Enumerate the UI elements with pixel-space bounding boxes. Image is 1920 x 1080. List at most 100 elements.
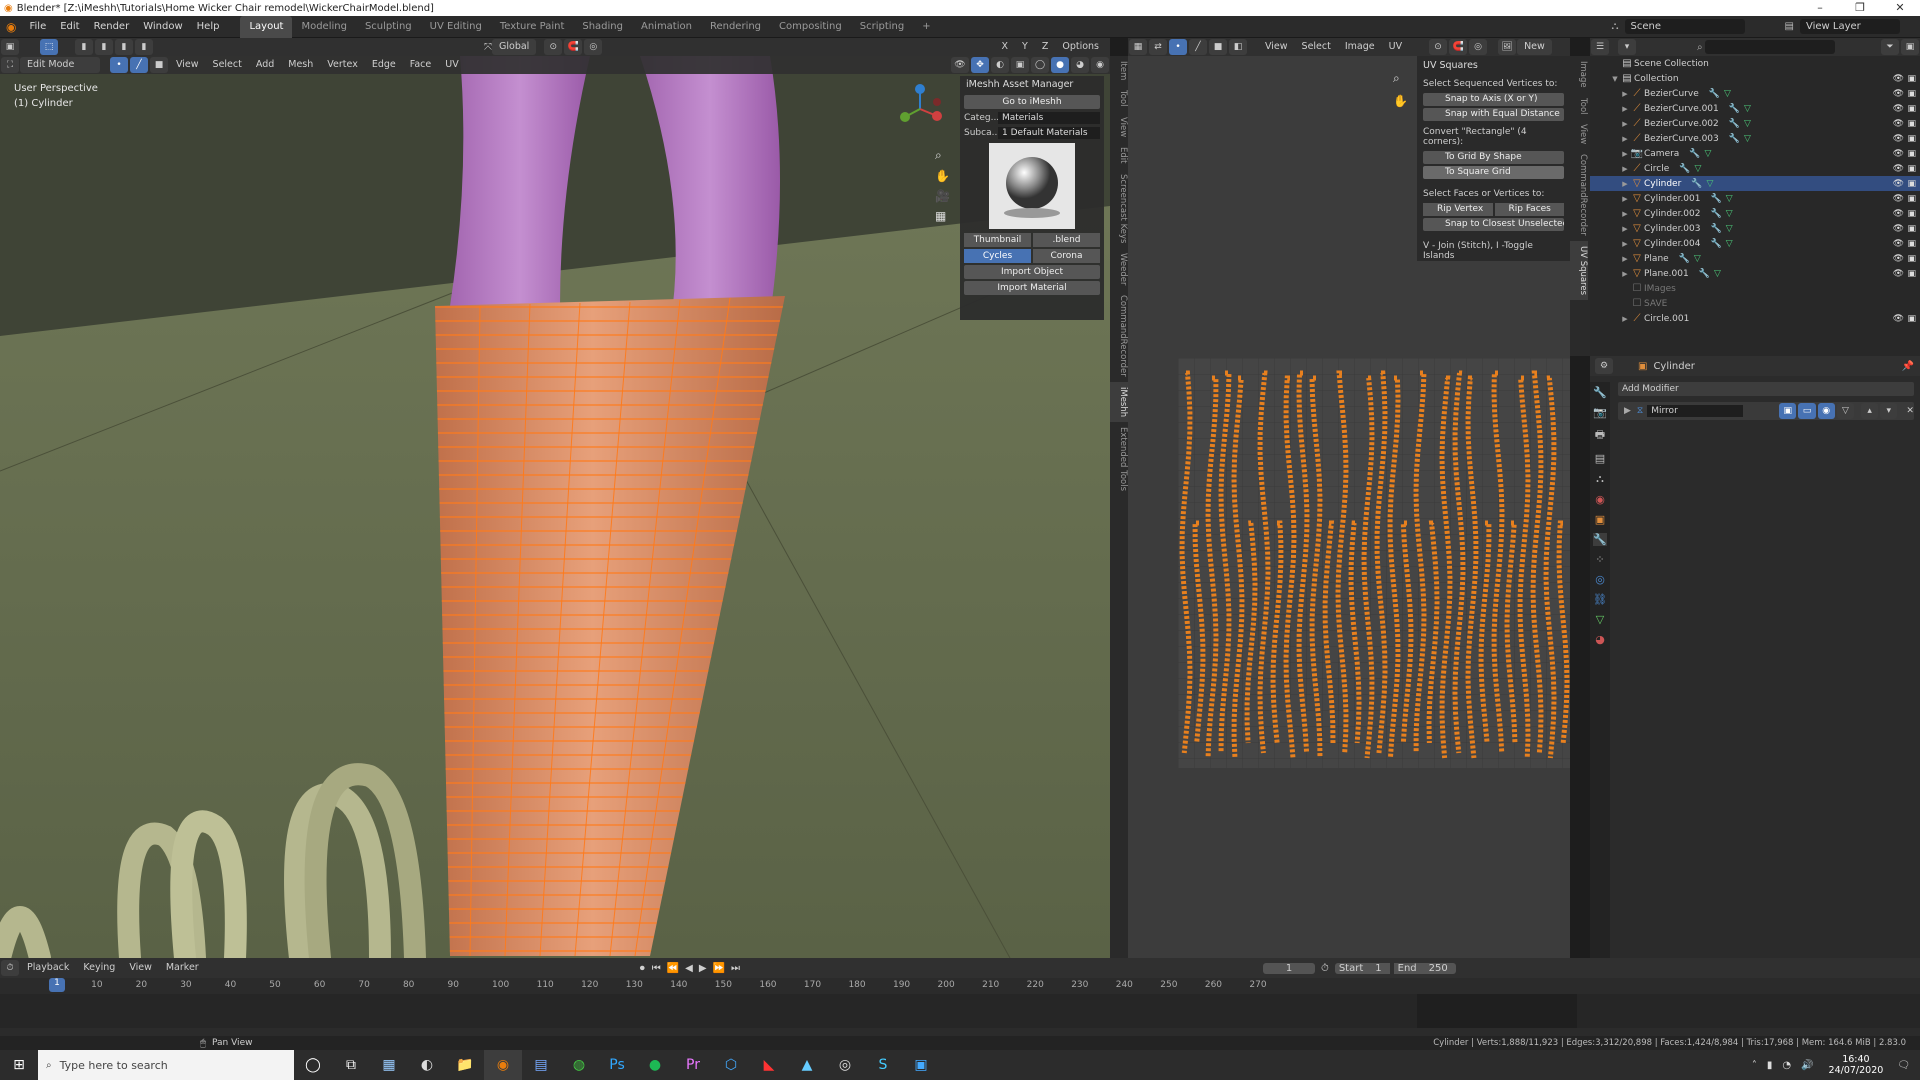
tab-commandrecorder[interactable]: CommandRecorder [1110, 290, 1128, 382]
expand-arrow-icon[interactable]: ▶ [1620, 135, 1630, 143]
3d-viewport[interactable]: User Perspective (1) Cylinder ⌕ ✋ 🎥 ▦ [0, 56, 1110, 958]
uv-pan-icon[interactable]: ✋ [1393, 94, 1408, 108]
constraints-tab-icon[interactable]: ⛓ [1593, 593, 1607, 606]
play-reverse-icon[interactable]: ◀ [685, 963, 693, 974]
expand-arrow-icon[interactable]: ▶ [1620, 195, 1630, 203]
rip-vertex-button[interactable]: Rip Vertex [1423, 203, 1493, 216]
tab-imeshh[interactable]: iMeshh [1110, 382, 1128, 423]
tab-view[interactable]: View [1110, 112, 1128, 142]
select-mode-subtract[interactable]: ▮ [115, 39, 133, 55]
expand-arrow-icon[interactable]: ▶ [1620, 90, 1630, 98]
eye-icon[interactable]: 👁 [1893, 224, 1904, 234]
outliner-item[interactable]: ▶ ⟋ BezierCurve 🔧 ▽ 👁 ▣ [1590, 86, 1920, 101]
render-toggle-icon[interactable]: ▣ [1907, 104, 1916, 114]
current-frame-field[interactable]: 1 [1263, 962, 1316, 974]
outliner-display-mode-icon[interactable]: ▾ [1618, 39, 1636, 55]
cycles-tab[interactable]: Cycles [964, 249, 1031, 263]
outliner-item[interactable]: ▶ ▽ Plane.001 🔧 ▽ 👁 ▣ [1590, 266, 1920, 281]
uv-menu-image[interactable]: Image [1338, 37, 1382, 57]
category-dropdown[interactable]: Materials [998, 112, 1100, 124]
maximize-button[interactable]: ❐ [1840, 0, 1880, 16]
outliner-item[interactable]: ▶ ▽ Cylinder.002 🔧 ▽ 👁 ▣ [1590, 206, 1920, 221]
output-tab-icon[interactable]: 🖶 [1595, 426, 1605, 445]
tool-tab-icon[interactable]: 🔧 [1593, 386, 1607, 399]
render-toggle-icon[interactable]: ▣ [1907, 179, 1916, 189]
timeline-menu-marker[interactable]: Marker [159, 958, 206, 978]
data-tab-icon[interactable]: ▽ [1596, 613, 1604, 626]
uv-tab-image[interactable]: Image [1570, 56, 1588, 93]
view-layer-tab-icon[interactable]: ▤ [1595, 452, 1605, 465]
modifier-viewport-icon[interactable]: ▭ [1798, 403, 1816, 419]
editor-type-button[interactable]: ▣ [1, 39, 19, 55]
rip-faces-button[interactable]: Rip Faces [1494, 203, 1564, 216]
physics-tab-icon[interactable]: ◎ [1595, 573, 1605, 586]
jump-end-icon[interactable]: ⏭ [731, 963, 740, 974]
eye-icon[interactable]: 👁 [1893, 194, 1904, 204]
eye-icon[interactable]: 👁 [1893, 179, 1904, 189]
eye-icon[interactable]: 👁 [1893, 104, 1904, 114]
outliner-item[interactable]: ▶ ⟋ Circle 🔧 ▽ 👁 ▣ [1590, 161, 1920, 176]
modifier-render-icon[interactable]: ◉ [1817, 403, 1835, 419]
visibility-icon[interactable]: 👁 [951, 57, 969, 73]
uv-menu-select[interactable]: Select [1295, 37, 1338, 57]
ortho-grid-icon[interactable]: ▦ [935, 209, 950, 223]
mode-dropdown[interactable]: Edit Mode [20, 57, 100, 73]
pin-icon[interactable]: 📌 [1902, 361, 1914, 372]
object-tab-icon[interactable]: ▣ [1595, 513, 1605, 526]
tab-extended-tools[interactable]: Extended Tools [1110, 422, 1128, 496]
tab-rendering[interactable]: Rendering [701, 16, 770, 38]
task-view-icon[interactable]: ⧉ [332, 1050, 370, 1080]
select-mode-new[interactable]: ▮ [75, 39, 93, 55]
eye-icon[interactable]: 👁 [1893, 314, 1904, 324]
to-grid-by-shape-button[interactable]: To Grid By Shape [1423, 151, 1564, 164]
outliner-search-input[interactable] [1704, 40, 1835, 54]
modifier-remove-icon[interactable]: ✕ [1906, 406, 1914, 416]
eye-icon[interactable]: 👁 [1893, 269, 1904, 279]
uv-menu-uv[interactable]: UV [1382, 37, 1409, 57]
file-explorer-icon[interactable]: 📁 [446, 1050, 484, 1080]
overlay-toggle-icon[interactable]: ◐ [991, 57, 1009, 73]
eye-icon[interactable]: 👁 [1893, 149, 1904, 159]
timeline-menu-keying[interactable]: Keying [76, 958, 122, 978]
render-toggle-icon[interactable]: ▣ [1907, 224, 1916, 234]
eye-icon[interactable]: 👁 [1893, 239, 1904, 249]
pan-hand-icon[interactable]: ✋ [935, 169, 950, 183]
menu-window[interactable]: Window [136, 16, 189, 38]
modifier-move-up-icon[interactable]: ▴ [1861, 403, 1879, 419]
expand-arrow-icon[interactable]: ▶ [1620, 120, 1630, 128]
tab-compositing[interactable]: Compositing [770, 16, 851, 38]
render-toggle-icon[interactable]: ▣ [1907, 134, 1916, 144]
uv-image-browse-icon[interactable]: 🖼 [1498, 39, 1517, 55]
menu-file[interactable]: File [22, 16, 53, 38]
taskbar-clock[interactable]: 16:40 24/07/2020 [1829, 1054, 1884, 1076]
uv-pivot-icon[interactable]: ⊙ [1429, 39, 1448, 55]
modifier-tab-icon[interactable]: 🔧 [1593, 533, 1607, 546]
render-toggle-icon[interactable]: ▣ [1907, 269, 1916, 279]
tab-tool[interactable]: Tool [1110, 85, 1128, 112]
tab-shading[interactable]: Shading [573, 16, 632, 38]
uv-edge-mode[interactable]: ╱ [1189, 39, 1207, 55]
render-tab-icon[interactable]: 📷 [1593, 406, 1607, 419]
uv-snap-icon[interactable]: 🧲 [1449, 39, 1468, 55]
proportional-edit-button[interactable]: ◎ [584, 39, 603, 55]
eye-icon[interactable]: 👁 [1893, 209, 1904, 219]
tab-screencast-keys[interactable]: Screencast Keys [1110, 169, 1128, 248]
uv-proportional-icon[interactable]: ◎ [1469, 39, 1488, 55]
menu-vertex[interactable]: Vertex [320, 55, 365, 75]
add-modifier-dropdown[interactable]: Add Modifier [1618, 382, 1914, 396]
menu-help[interactable]: Help [190, 16, 227, 38]
render-toggle-icon[interactable]: ▣ [1907, 89, 1916, 99]
menu-edge[interactable]: Edge [365, 55, 403, 75]
eye-icon[interactable]: 👁 [1893, 164, 1904, 174]
outliner-new-collection-icon[interactable]: ▣ [1901, 39, 1919, 55]
modifier-name-field[interactable]: Mirror [1647, 405, 1744, 417]
subcategory-dropdown[interactable]: 1 Default Materials [998, 127, 1100, 139]
battery-icon[interactable]: ▮ [1767, 1060, 1773, 1071]
go-to-imeshh-button[interactable]: Go to iMeshh [964, 95, 1100, 109]
calculator-icon[interactable]: ▤ [522, 1050, 560, 1080]
photos-icon[interactable]: ▲ [788, 1050, 826, 1080]
camera-view-icon[interactable]: 🎥 [935, 189, 950, 203]
select-box-tool[interactable]: ⬚ [40, 39, 58, 55]
snap-to-axis-button[interactable]: Snap to Axis (X or Y) [1423, 93, 1564, 106]
menu-view[interactable]: View [169, 55, 206, 75]
